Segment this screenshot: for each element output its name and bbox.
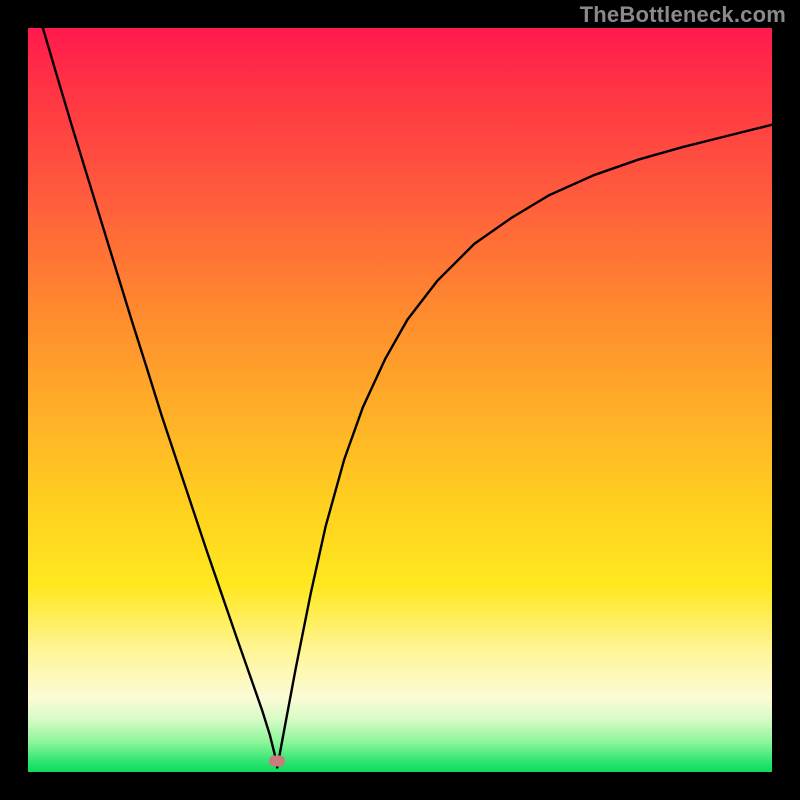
chart-frame: TheBottleneck.com (0, 0, 800, 800)
watermark-text: TheBottleneck.com (580, 2, 786, 28)
bottleneck-curve (28, 28, 772, 768)
min-marker (269, 755, 285, 766)
curve-layer (28, 28, 772, 772)
plot-area (28, 28, 772, 772)
